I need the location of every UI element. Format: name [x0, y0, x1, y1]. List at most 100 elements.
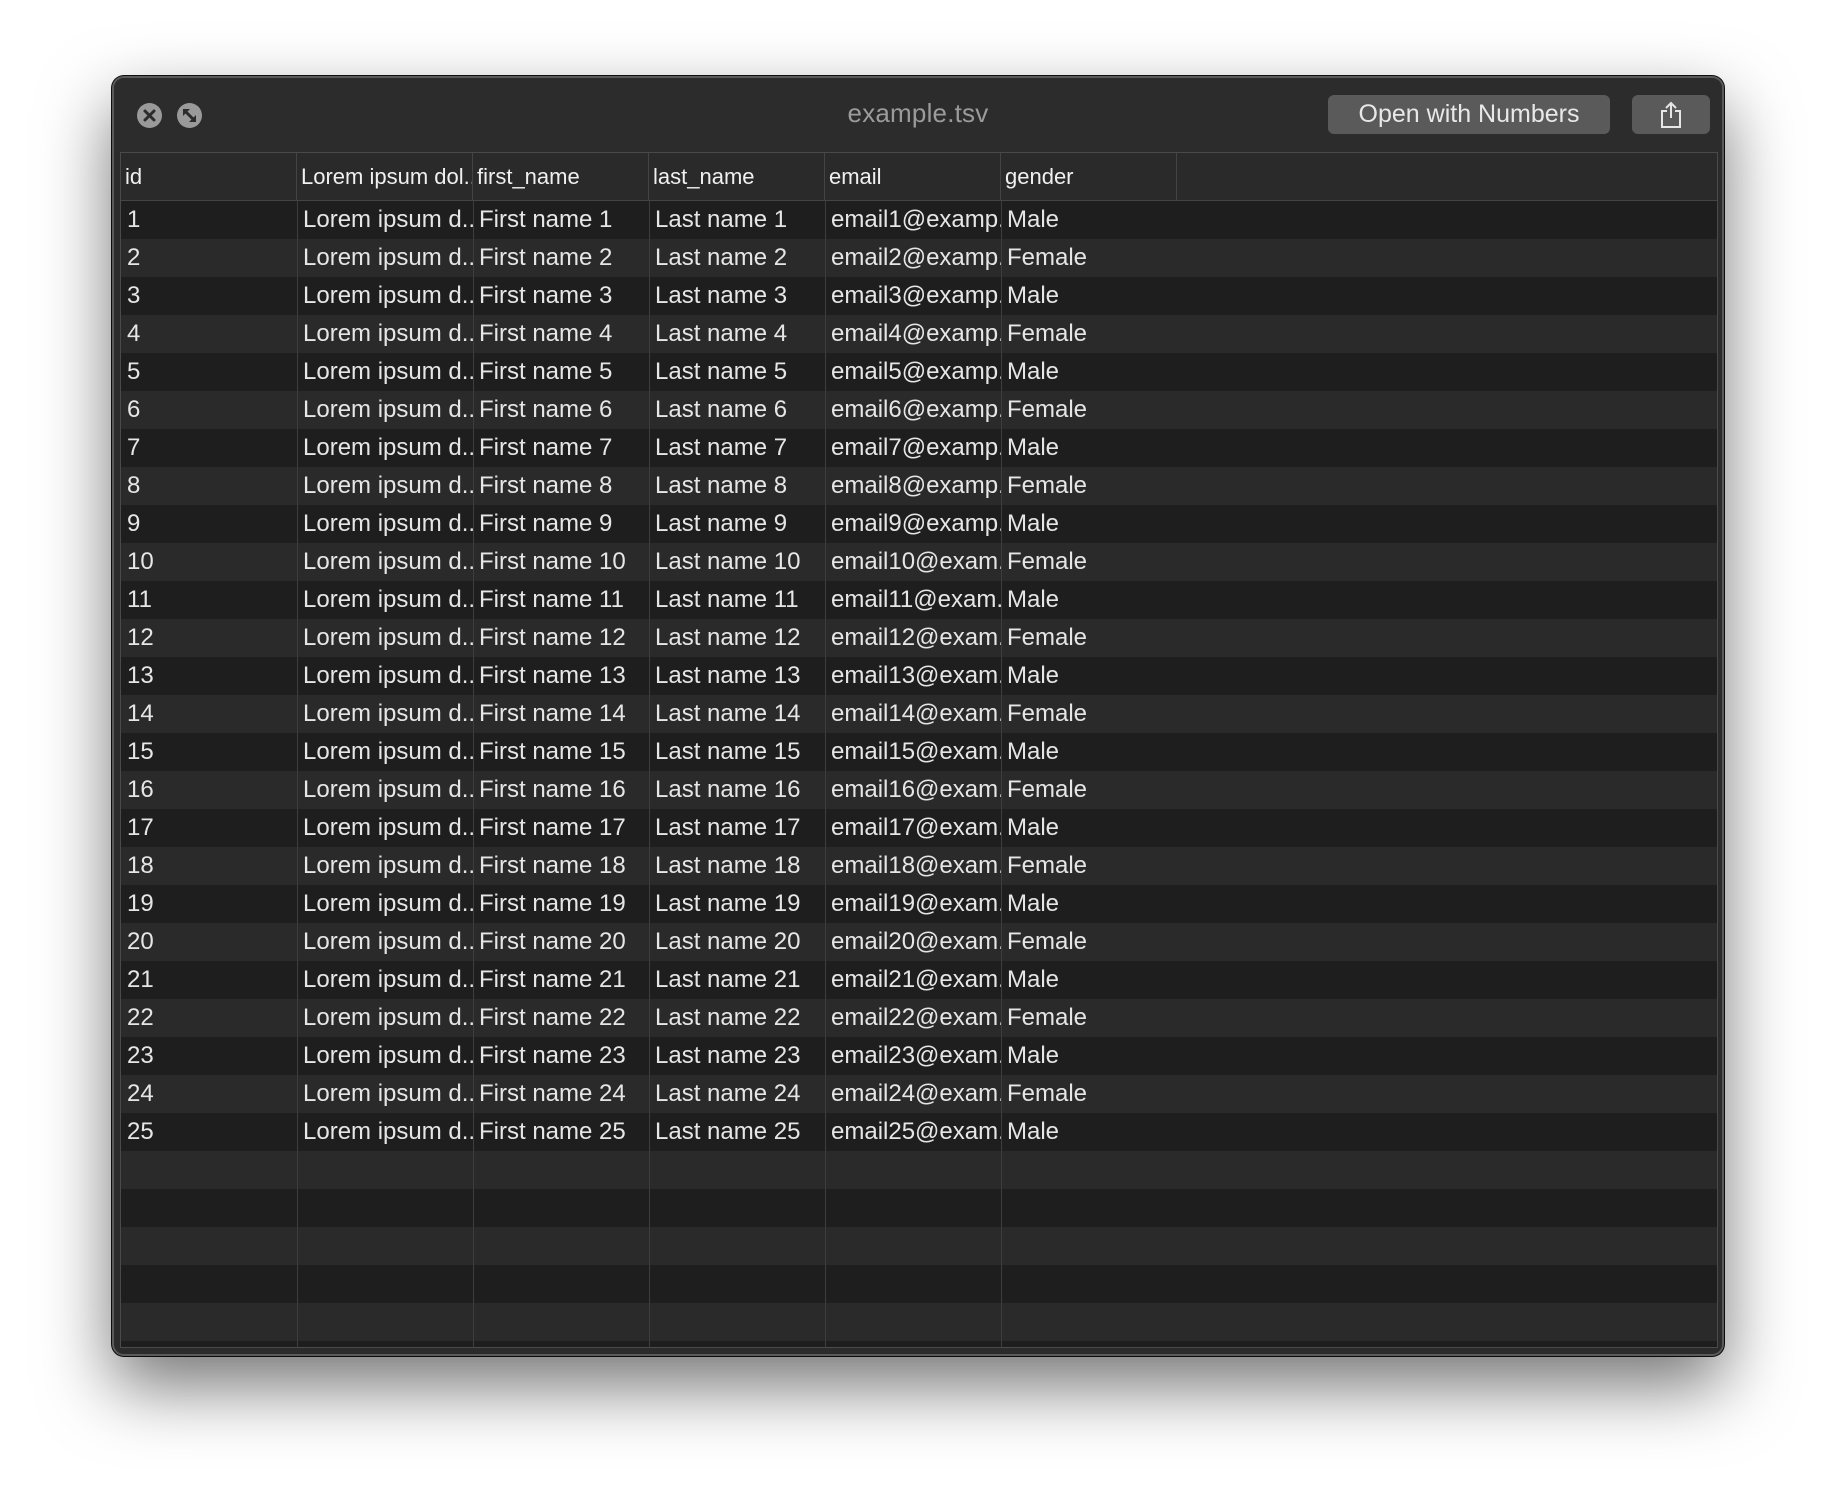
table-cell: Lorem ipsum d... — [303, 1080, 473, 1107]
table-cell: Female — [1007, 472, 1088, 499]
table-cell: Last name 5 — [655, 358, 788, 385]
table-cell: 16 — [127, 776, 154, 803]
table-cell: First name 16 — [479, 776, 626, 803]
table-cell: First name 23 — [479, 1042, 626, 1069]
table-cell: First name 17 — [479, 814, 626, 841]
table-cell: First name 4 — [479, 320, 613, 347]
table-row[interactable] — [121, 1151, 1717, 1189]
table-cell: Male — [1007, 510, 1060, 537]
table-cell: First name 1 — [479, 206, 613, 233]
table-cell: Last name 6 — [655, 396, 788, 423]
table-cell: First name 9 — [479, 510, 613, 537]
table-row[interactable]: 25 Lorem ipsum d... First name 25 Last name… — [121, 1113, 1717, 1151]
table-cell: Last name 8 — [655, 472, 788, 499]
table-cell: First name 7 — [479, 434, 613, 461]
table-cell: Lorem ipsum d... — [303, 472, 473, 499]
table-cell: First name 15 — [479, 738, 626, 765]
table-cell: 14 — [127, 700, 154, 727]
table-cell: email23@exam... — [831, 1042, 1001, 1069]
table-cell: Female — [1007, 396, 1088, 423]
table-cell: 9 — [127, 510, 141, 537]
table-cell: email18@exam... — [831, 852, 1001, 879]
table-row[interactable]: 14 Lorem ipsum d... First name 14 Last name… — [121, 695, 1717, 733]
table-cell: Last name 12 — [655, 624, 801, 651]
table-row[interactable]: 6 Lorem ipsum d... First name 6 Last name 6… — [121, 391, 1717, 429]
table-cell: 1 — [127, 206, 141, 233]
table-cell: email9@examp... — [831, 510, 1001, 537]
table-row[interactable]: 5 Lorem ipsum d... First name 5 Last name 5… — [121, 353, 1717, 391]
open-with-numbers-button[interactable]: Open with Numbers — [1328, 95, 1610, 134]
share-button[interactable] — [1632, 95, 1710, 134]
table-cell: email16@exam... — [831, 776, 1001, 803]
table-cell: email7@examp... — [831, 434, 1001, 461]
table-cell: email13@exam... — [831, 662, 1001, 689]
table-cell: Last name 20 — [655, 928, 801, 955]
table-row[interactable]: 23 Lorem ipsum d... First name 23 Last name… — [121, 1037, 1717, 1075]
table-row[interactable]: 22 Lorem ipsum d... First name 22 Last name… — [121, 999, 1717, 1037]
column-header[interactable]: email — [825, 153, 1001, 200]
table-row[interactable] — [121, 1189, 1717, 1227]
table-row[interactable]: 13 Lorem ipsum d... First name 13 Last name… — [121, 657, 1717, 695]
table-cell: Male — [1007, 282, 1060, 309]
table-cell: First name 19 — [479, 890, 626, 917]
table-cell: Last name 24 — [655, 1080, 801, 1107]
table-cell: email1@examp... — [831, 206, 1001, 233]
table-cell: Lorem ipsum d... — [303, 966, 473, 993]
table-row[interactable] — [121, 1227, 1717, 1265]
table-cell: Male — [1007, 966, 1060, 993]
table-cell: Lorem ipsum d... — [303, 852, 473, 879]
table-row[interactable]: 2 Lorem ipsum d... First name 2 Last name 2… — [121, 239, 1717, 277]
table-cell: First name 10 — [479, 548, 626, 575]
table-row[interactable]: 19 Lorem ipsum d... First name 19 Last name… — [121, 885, 1717, 923]
table-cell: 3 — [127, 282, 141, 309]
table-cell: First name 11 — [479, 586, 624, 613]
table-row[interactable]: 8 Lorem ipsum d... First name 8 Last name 8… — [121, 467, 1717, 505]
table-row[interactable]: 24 Lorem ipsum d... First name 24 Last name… — [121, 1075, 1717, 1113]
column-header[interactable]: Lorem ipsum dol... — [297, 153, 473, 200]
table-cell: email6@examp... — [831, 396, 1001, 423]
table-cell: First name 24 — [479, 1080, 626, 1107]
table-cell: email22@exam... — [831, 1004, 1001, 1031]
table-cell: Lorem ipsum d... — [303, 206, 473, 233]
table-row[interactable]: 11 Lorem ipsum d... First name 11 Last name… — [121, 581, 1717, 619]
table-cell: Last name 13 — [655, 662, 801, 689]
table-cell: Lorem ipsum d... — [303, 244, 473, 271]
table-row[interactable]: 4 Lorem ipsum d... First name 4 Last name 4… — [121, 315, 1717, 353]
table-row[interactable]: 10 Lorem ipsum d... First name 10 Last name… — [121, 543, 1717, 581]
table-row[interactable]: 12 Lorem ipsum d... First name 12 Last name… — [121, 619, 1717, 657]
table-row[interactable]: 18 Lorem ipsum d... First name 18 Last name… — [121, 847, 1717, 885]
table-cell: Lorem ipsum d... — [303, 510, 473, 537]
table-cell: Female — [1007, 624, 1088, 651]
table-cell: Last name 18 — [655, 852, 801, 879]
column-header[interactable]: last_name — [649, 153, 825, 200]
table-row[interactable]: 3 Lorem ipsum d... First name 3 Last name 3… — [121, 277, 1717, 315]
share-icon — [1661, 101, 1681, 128]
table-cell: Female — [1007, 1004, 1088, 1031]
table-cell: email8@examp... — [831, 472, 1001, 499]
table-row[interactable]: 16 Lorem ipsum d... First name 16 Last name… — [121, 771, 1717, 809]
table-row[interactable]: 17 Lorem ipsum d... First name 17 Last name… — [121, 809, 1717, 847]
table-cell: First name 2 — [479, 244, 613, 271]
table-row[interactable] — [121, 1265, 1717, 1303]
table-cell: 13 — [127, 662, 154, 689]
table-cell: Last name 19 — [655, 890, 801, 917]
column-divider — [649, 201, 650, 1347]
table-cell: Female — [1007, 320, 1088, 347]
title-bar: example.tsv Open with Numbers — [114, 78, 1722, 152]
column-header[interactable]: id — [121, 153, 297, 200]
table-row[interactable]: 9 Lorem ipsum d... First name 9 Last name 9… — [121, 505, 1717, 543]
table-row[interactable]: 15 Lorem ipsum d... First name 15 Last name… — [121, 733, 1717, 771]
table-view[interactable]: id Lorem ipsum dol... first_name last_name e… — [120, 152, 1718, 1348]
table-row[interactable]: 1 Lorem ipsum d... First name 1 Last name 1… — [121, 201, 1717, 239]
table-row[interactable]: 21 Lorem ipsum d... First name 21 Last name… — [121, 961, 1717, 999]
table-cell: 12 — [127, 624, 154, 651]
table-cell: Last name 21 — [655, 966, 801, 993]
column-header[interactable]: gender — [1001, 153, 1177, 200]
table-row[interactable] — [121, 1303, 1717, 1341]
table-cell: Last name 15 — [655, 738, 801, 765]
table-cell: Lorem ipsum d... — [303, 396, 473, 423]
table-row[interactable]: 20 Lorem ipsum d... First name 20 Last name… — [121, 923, 1717, 961]
column-header[interactable]: first_name — [473, 153, 649, 200]
table-cell: email21@exam... — [831, 966, 1001, 993]
table-row[interactable]: 7 Lorem ipsum d... First name 7 Last name 7… — [121, 429, 1717, 467]
